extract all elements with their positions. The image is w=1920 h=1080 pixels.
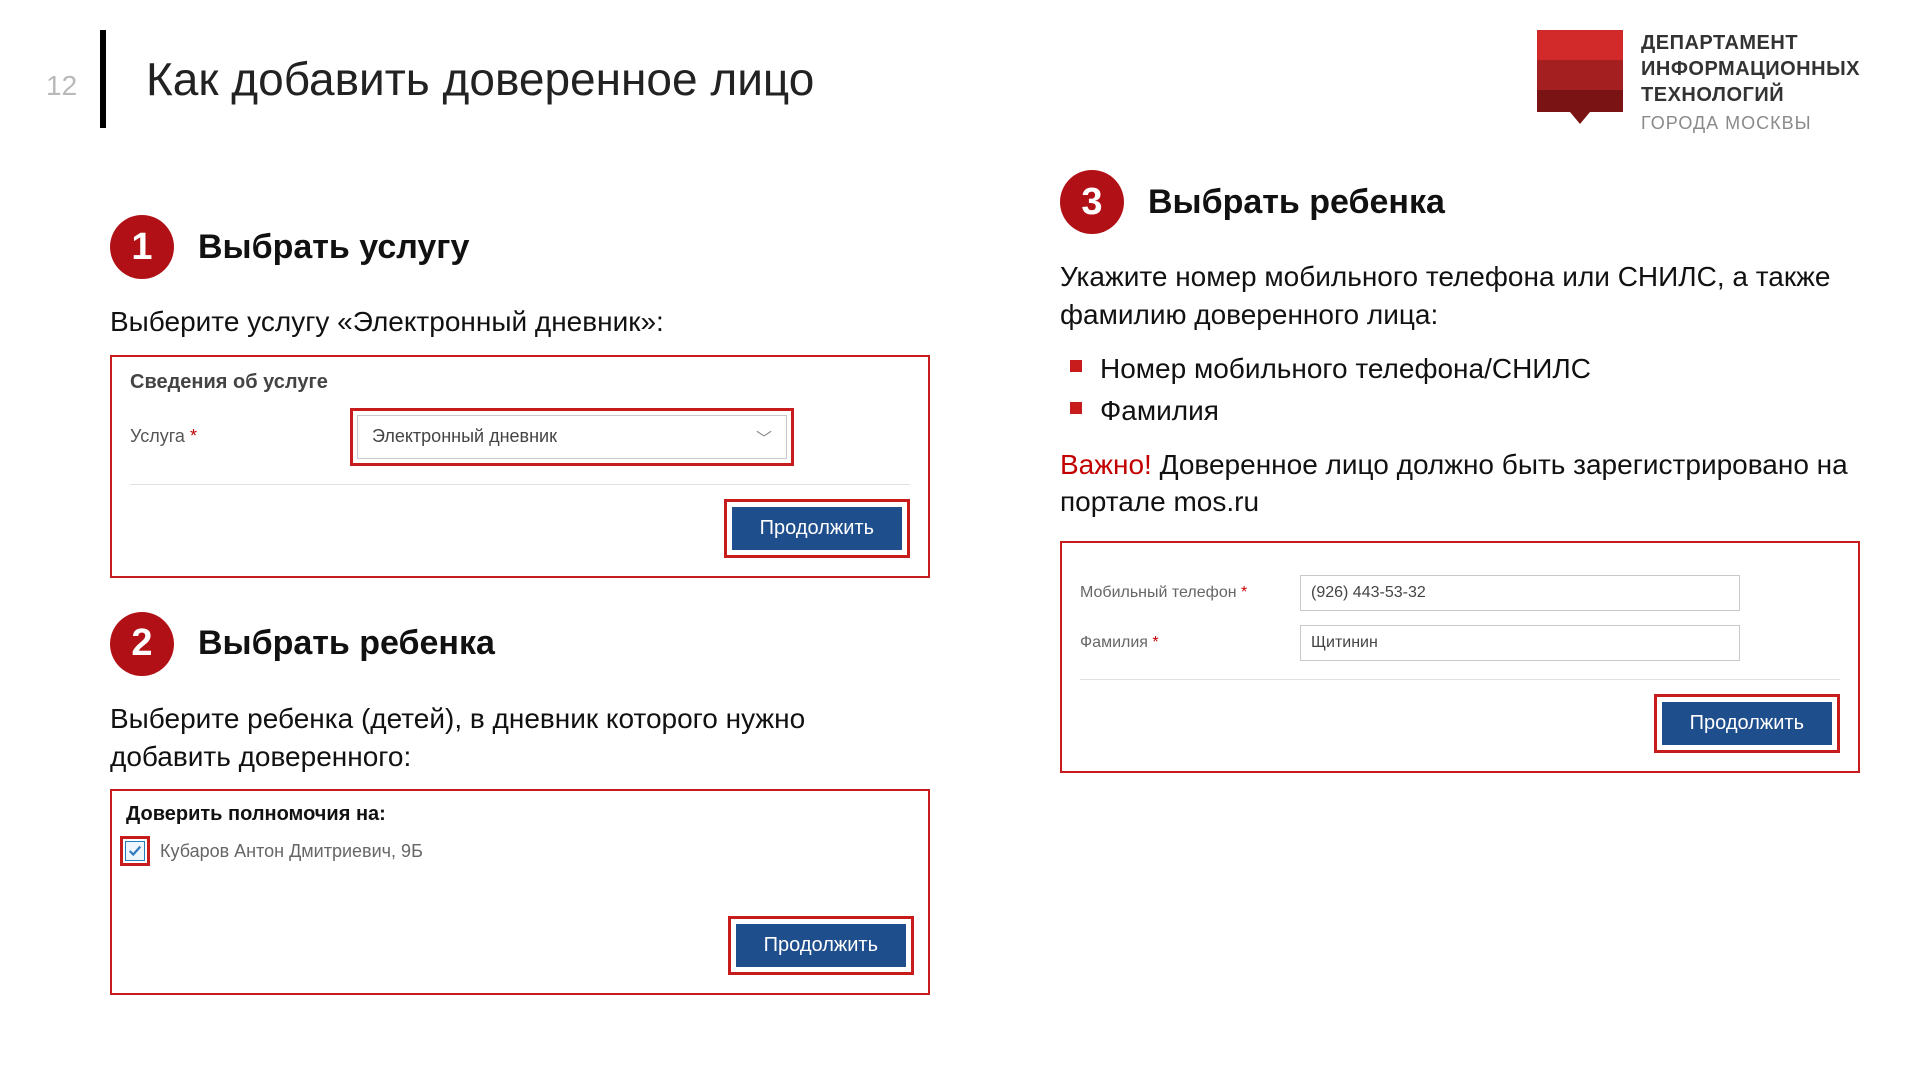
- dept-logo: [1537, 30, 1623, 120]
- step-2-title: Выбрать ребенка: [198, 624, 495, 663]
- step-2-header: 2 Выбрать ребенка: [110, 612, 930, 676]
- continue-button-1[interactable]: Продолжить: [732, 507, 902, 550]
- step-2-text: Выберите ребенка (детей), в дневник кото…: [110, 700, 930, 776]
- org-sub: ГОРОДА МОСКВЫ: [1641, 112, 1860, 135]
- divider-3: [1080, 679, 1840, 680]
- title-bar: Как добавить доверенное лицо: [100, 30, 814, 128]
- service-select-value: Электронный дневник: [372, 426, 557, 447]
- check-icon: [128, 844, 142, 858]
- bullet-surname: Фамилия: [1060, 390, 1860, 432]
- chevron-down-icon: ﹀: [756, 425, 772, 449]
- divider: [130, 484, 910, 485]
- step-3-title: Выбрать ребенка: [1148, 183, 1445, 222]
- step-2-badge: 2: [110, 612, 174, 676]
- step-1-panel-title: Сведения об услуге: [130, 371, 910, 394]
- phone-label: Мобильный телефон *: [1080, 584, 1300, 602]
- org-line3: ТЕХНОЛОГИЙ: [1641, 82, 1860, 108]
- page-title: Как добавить доверенное лицо: [146, 52, 814, 106]
- step-1-title: Выбрать услугу: [198, 228, 469, 267]
- org-line2: ИНФОРМАЦИОННЫХ: [1641, 56, 1860, 82]
- child-checkbox[interactable]: [125, 841, 145, 861]
- service-select[interactable]: Электронный дневник ﹀: [357, 415, 787, 459]
- phone-input[interactable]: [1300, 575, 1740, 611]
- warning-label: Важно!: [1060, 449, 1152, 480]
- step-1-text: Выберите услугу «Электронный дневник»:: [110, 303, 930, 341]
- continue-button-2[interactable]: Продолжить: [736, 924, 906, 967]
- org-line1: ДЕПАРТАМЕНТ: [1641, 30, 1860, 56]
- continue-button-3[interactable]: Продолжить: [1662, 702, 1832, 745]
- page-number: 12: [46, 70, 77, 102]
- org-header: ДЕПАРТАМЕНТ ИНФОРМАЦИОННЫХ ТЕХНОЛОГИЙ ГО…: [1537, 30, 1860, 135]
- step-3-badge: 3: [1060, 170, 1124, 234]
- step-2-panel-title: Доверить полномочия на:: [126, 803, 914, 826]
- surname-input[interactable]: [1300, 625, 1740, 661]
- step-3-warning: Важно! Доверенное лицо должно быть зарег…: [1060, 446, 1860, 522]
- surname-label: Фамилия *: [1080, 634, 1300, 652]
- step-3-text: Укажите номер мобильного телефона или СН…: [1060, 258, 1860, 334]
- step-1-panel: Сведения об услуге Услуга * Электронный …: [110, 355, 930, 578]
- step-2-panel: Доверить полномочия на: Кубаров Антон Дм…: [110, 789, 930, 995]
- service-select-highlight: Электронный дневник ﹀: [350, 408, 794, 466]
- service-label: Услуга *: [130, 426, 330, 447]
- continue-highlight-3: Продолжить: [1654, 694, 1840, 753]
- step-3-header: 3 Выбрать ребенка: [1060, 170, 1860, 234]
- checkbox-highlight: [120, 836, 150, 866]
- step-3-panel: Мобильный телефон * Фамилия * Продолжить: [1060, 541, 1860, 773]
- step-1-badge: 1: [110, 215, 174, 279]
- bullet-phone: Номер мобильного телефона/СНИЛС: [1060, 348, 1860, 390]
- continue-highlight-1: Продолжить: [724, 499, 910, 558]
- step-3-bullets: Номер мобильного телефона/СНИЛС Фамилия: [1060, 348, 1860, 432]
- warning-text: Доверенное лицо должно быть зарегистриро…: [1060, 449, 1848, 518]
- child-name: Кубаров Антон Дмитриевич, 9Б: [160, 841, 423, 862]
- step-1-header: 1 Выбрать услугу: [110, 215, 930, 279]
- continue-highlight-2: Продолжить: [728, 916, 914, 975]
